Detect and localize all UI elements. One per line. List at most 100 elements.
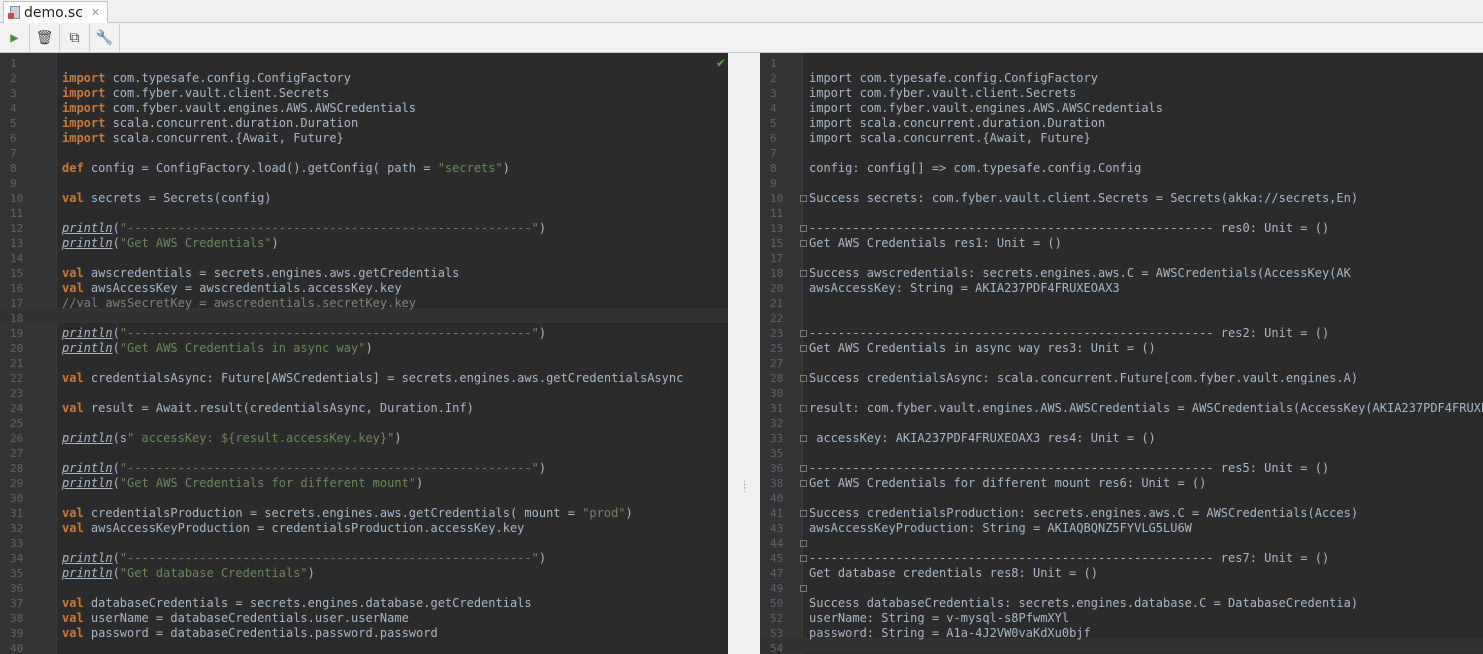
line-number: 15 bbox=[10, 267, 24, 280]
fold-icon[interactable] bbox=[800, 585, 807, 592]
code-line[interactable]: Get database credentials res8: Unit = () bbox=[809, 566, 1098, 581]
code-line[interactable]: import com.fyber.vault.client.Secrets bbox=[62, 86, 329, 101]
code-line[interactable]: import scala.concurrent.{Await, Future} bbox=[809, 131, 1091, 146]
code-line[interactable]: val awscredentials = secrets.engines.aws… bbox=[62, 266, 459, 281]
line-number: 22 bbox=[770, 312, 784, 325]
drag-handle-icon[interactable]: ⋮ ⋮ bbox=[740, 481, 749, 494]
code-line[interactable]: ----------------------------------------… bbox=[809, 461, 1329, 476]
code-line[interactable]: Success awscredentials: secrets.engines.… bbox=[809, 266, 1351, 281]
code-line[interactable]: ----------------------------------------… bbox=[809, 326, 1329, 341]
code-line[interactable]: def config = ConfigFactory.load().getCon… bbox=[62, 161, 510, 176]
fold-icon[interactable] bbox=[800, 240, 807, 247]
line-number: 5 bbox=[770, 117, 777, 130]
line-number: 43 bbox=[770, 522, 784, 535]
fold-icon[interactable] bbox=[800, 465, 807, 472]
code-line[interactable]: val awsAccessKey = awscredentials.access… bbox=[62, 281, 402, 296]
line-number: 33 bbox=[10, 537, 24, 550]
code-line[interactable]: println("Get AWS Credentials for differe… bbox=[62, 476, 423, 491]
line-number: 17 bbox=[770, 252, 784, 265]
code-line[interactable]: println(s" accessKey: ${result.accessKey… bbox=[62, 431, 402, 446]
code-line[interactable]: println("Get AWS Credentials in async wa… bbox=[62, 341, 373, 356]
clean-button[interactable]: 🗑 bbox=[30, 23, 60, 52]
line-number: 1 bbox=[770, 57, 777, 70]
fold-icon[interactable] bbox=[800, 270, 807, 277]
code-line[interactable]: ----------------------------------------… bbox=[809, 221, 1329, 236]
code-line[interactable]: import com.fyber.vault.engines.AWS.AWSCr… bbox=[809, 101, 1163, 116]
fold-icon[interactable] bbox=[800, 405, 807, 412]
line-number: 20 bbox=[10, 342, 24, 355]
fold-icon[interactable] bbox=[800, 225, 807, 232]
fold-icon[interactable] bbox=[800, 510, 807, 517]
line-number: 12 bbox=[10, 222, 24, 235]
code-line[interactable]: result: com.fyber.vault.engines.AWS.AWSC… bbox=[809, 401, 1483, 416]
fold-icon[interactable] bbox=[800, 435, 807, 442]
code-line[interactable]: config: config[] => com.typesafe.config.… bbox=[809, 161, 1141, 176]
code-line[interactable]: awsAccessKey: String = AKIA237PDF4FRUXEO… bbox=[809, 281, 1120, 296]
line-number: 22 bbox=[10, 372, 24, 385]
fold-icon[interactable] bbox=[800, 540, 807, 547]
line-number: 7 bbox=[770, 147, 777, 160]
code-line[interactable]: accessKey: AKIA237PDF4FRUXEOAX3 res4: Un… bbox=[809, 431, 1156, 446]
code-line[interactable]: val credentialsProduction = secrets.engi… bbox=[62, 506, 633, 521]
copy-button[interactable]: ⧉ bbox=[60, 23, 90, 52]
code-line[interactable]: println("-------------------------------… bbox=[62, 551, 546, 566]
settings-button[interactable]: 🔧 bbox=[90, 23, 120, 52]
code-line[interactable]: //val awsSecretKey = awscredentials.secr… bbox=[62, 296, 416, 311]
fold-icon[interactable] bbox=[800, 330, 807, 337]
code-line[interactable]: println("Get database Credentials") bbox=[62, 566, 315, 581]
code-line[interactable]: Success databaseCredentials: secrets.eng… bbox=[809, 596, 1358, 611]
code-line[interactable]: println("-------------------------------… bbox=[62, 221, 546, 236]
code-line[interactable]: import scala.concurrent.duration.Duratio… bbox=[62, 116, 358, 131]
code-line[interactable]: import com.fyber.vault.engines.AWS.AWSCr… bbox=[62, 101, 416, 116]
line-number: 28 bbox=[770, 372, 784, 385]
code-line[interactable]: val databaseCredentials = secrets.engine… bbox=[62, 596, 532, 611]
code-line[interactable]: val secrets = Secrets(config) bbox=[62, 191, 272, 206]
line-number: 25 bbox=[10, 417, 24, 430]
run-button[interactable]: ▶ bbox=[0, 23, 30, 52]
close-icon[interactable]: ✕ bbox=[91, 6, 100, 19]
code-line[interactable]: val password = databaseCredentials.passw… bbox=[62, 626, 438, 641]
fold-icon[interactable] bbox=[800, 375, 807, 382]
line-number: 3 bbox=[770, 87, 777, 100]
line-number: 13 bbox=[770, 222, 784, 235]
code-line[interactable]: import com.fyber.vault.client.Secrets bbox=[809, 86, 1076, 101]
code-line[interactable]: println("Get AWS Credentials") bbox=[62, 236, 279, 251]
line-number: 30 bbox=[10, 492, 24, 505]
fold-icon[interactable] bbox=[800, 555, 807, 562]
code-line[interactable]: val credentialsAsync: Future[AWSCredenti… bbox=[62, 371, 683, 386]
line-number: 14 bbox=[10, 252, 24, 265]
code-line[interactable]: println("-------------------------------… bbox=[62, 461, 546, 476]
code-line[interactable]: import scala.concurrent.duration.Duratio… bbox=[809, 116, 1105, 131]
code-line[interactable]: val result = Await.result(credentialsAsy… bbox=[62, 401, 474, 416]
tab-demo-sc[interactable]: demo.sc ✕ bbox=[3, 1, 108, 23]
line-number: 11 bbox=[770, 207, 784, 220]
editor-tab-bar: demo.sc ✕ bbox=[0, 0, 1483, 23]
editor-pane[interactable]: ✔ 1 2 import com.typesafe.config.ConfigFac… bbox=[0, 53, 728, 654]
code-line[interactable]: Success credentialsAsync: scala.concurre… bbox=[809, 371, 1358, 386]
code-line[interactable]: import com.typesafe.config.ConfigFactory bbox=[62, 71, 351, 86]
code-line[interactable]: import scala.concurrent.{Await, Future} bbox=[62, 131, 344, 146]
fold-icon[interactable] bbox=[800, 345, 807, 352]
code-line[interactable]: ----------------------------------------… bbox=[809, 551, 1329, 566]
code-line[interactable]: userName: String = v-mysql-s8PfwmXYl bbox=[809, 611, 1069, 626]
line-number: 31 bbox=[770, 402, 784, 415]
code-line[interactable]: Get AWS Credentials res1: Unit = () bbox=[809, 236, 1062, 251]
code-line[interactable]: Get AWS Credentials in async way res3: U… bbox=[809, 341, 1156, 356]
fold-icon[interactable] bbox=[800, 195, 807, 202]
code-line[interactable]: Get AWS Credentials for different mount … bbox=[809, 476, 1206, 491]
code-line[interactable]: val awsAccessKeyProduction = credentials… bbox=[62, 521, 524, 536]
code-line[interactable]: println("-------------------------------… bbox=[62, 326, 546, 341]
line-number: 13 bbox=[10, 237, 24, 250]
code-line[interactable]: password: String = A1a-4J2VW0vaKdXu0bjf bbox=[809, 626, 1091, 641]
output-pane[interactable]: 1 2 import com.typesafe.config.ConfigFacto… bbox=[760, 53, 1483, 654]
code-line[interactable]: val userName = databaseCredentials.user.… bbox=[62, 611, 409, 626]
fold-icon[interactable] bbox=[800, 480, 807, 487]
line-number: 26 bbox=[10, 432, 24, 445]
line-number: 23 bbox=[10, 387, 24, 400]
code-line[interactable]: Success secrets: com.fyber.vault.client.… bbox=[809, 191, 1358, 206]
code-line[interactable]: awsAccessKeyProduction: String = AKIAQBQ… bbox=[809, 521, 1192, 536]
line-number: 49 bbox=[770, 582, 784, 595]
code-line[interactable]: Success credentialsProduction: secrets.e… bbox=[809, 506, 1358, 521]
split-divider[interactable]: ⋮ ⋮ bbox=[728, 53, 760, 654]
code-line[interactable]: import com.typesafe.config.ConfigFactory bbox=[809, 71, 1098, 86]
